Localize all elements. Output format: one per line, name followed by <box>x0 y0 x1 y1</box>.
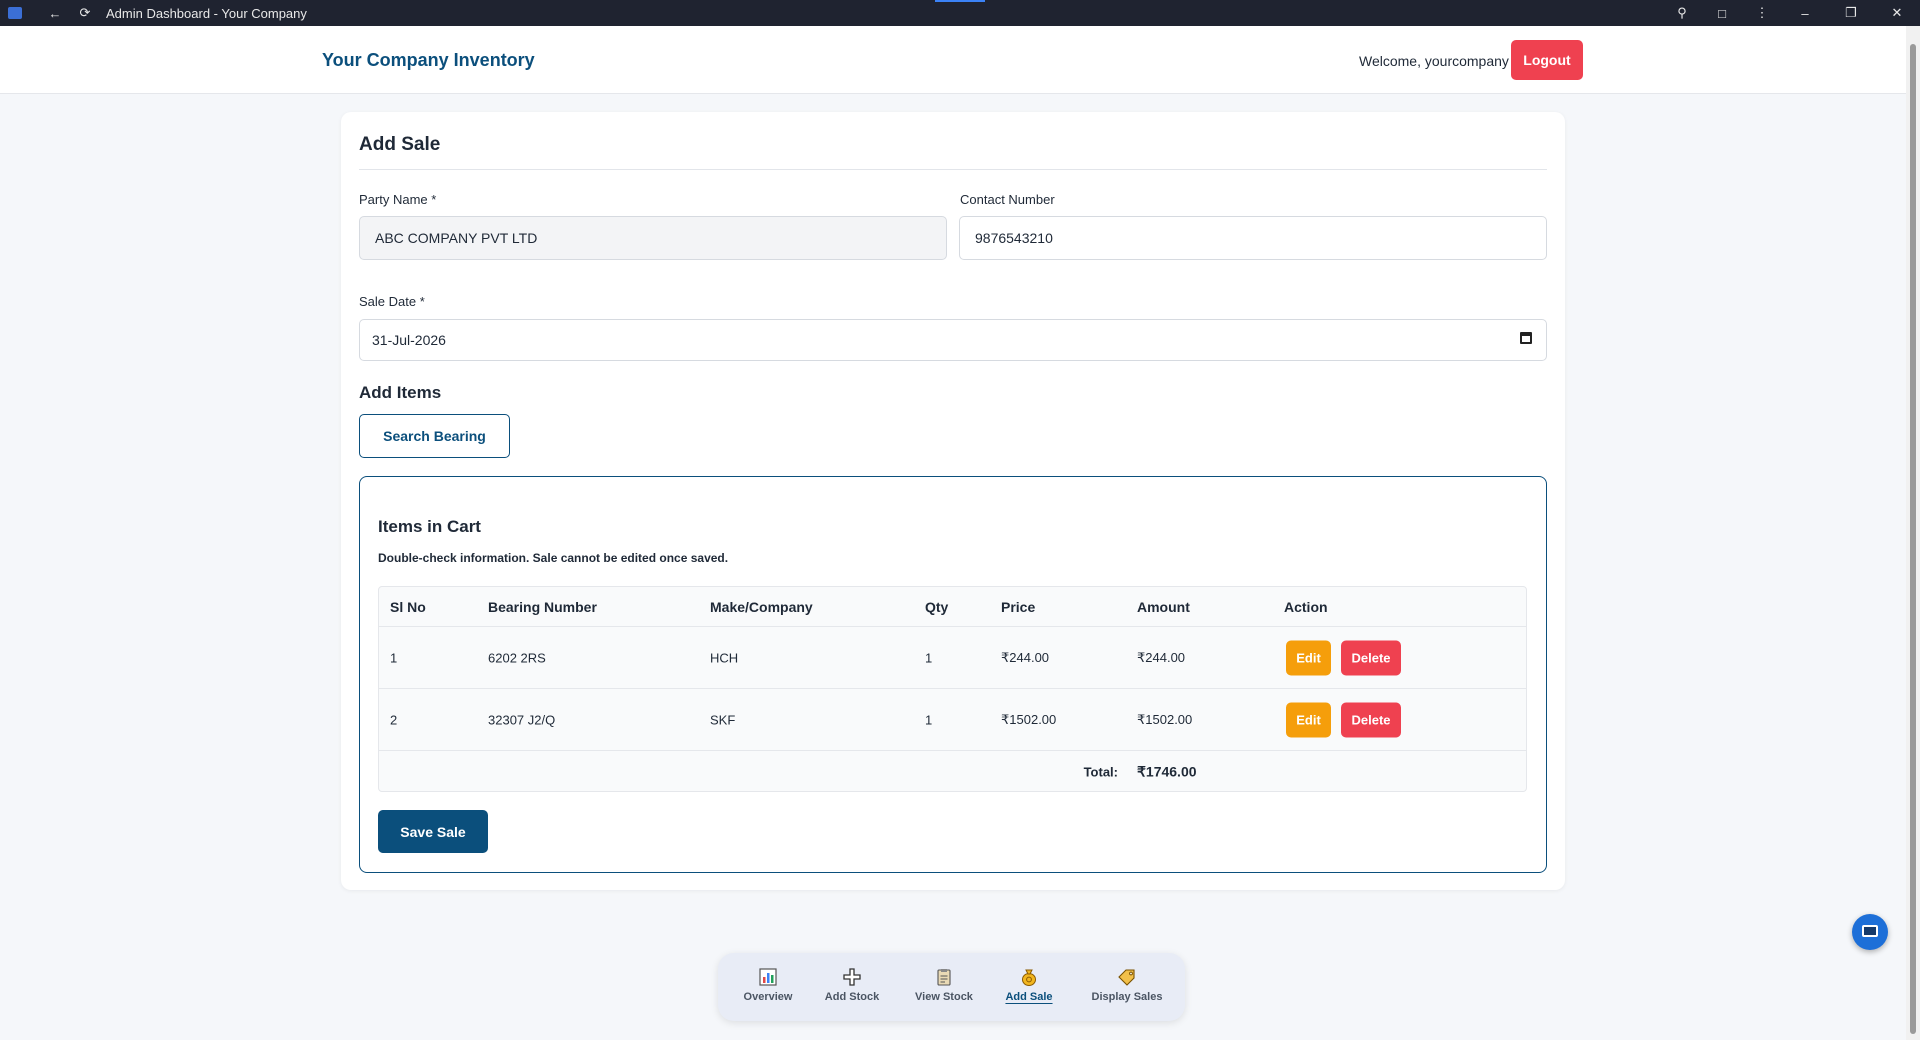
sale-date-label: Sale Date * <box>359 294 425 309</box>
make-company-cell: HCH <box>710 650 739 665</box>
search-bearing-button[interactable]: Search Bearing <box>359 414 510 458</box>
column-header: Sl No <box>390 598 426 615</box>
cart-table: Sl No Bearing Number Make/Company Qty Pr… <box>378 586 1527 792</box>
extensions-icon[interactable]: □ <box>1702 0 1742 26</box>
total-value: ₹1746.00 <box>1137 763 1197 779</box>
cart-panel: Items in Cart Double-check information. … <box>359 476 1547 873</box>
table-header-row: Sl No Bearing Number Make/Company Qty Pr… <box>379 587 1526 627</box>
nav-display-sales[interactable]: Display Sales <box>1082 953 1172 1021</box>
qty-cell: 1 <box>925 712 933 727</box>
window-title: Admin Dashboard - Your Company <box>106 5 307 21</box>
scrollbar-thumb[interactable] <box>1910 44 1916 1034</box>
delete-button[interactable]: Delete <box>1341 702 1401 737</box>
nav-label: Display Sales <box>1091 991 1163 1003</box>
close-icon[interactable]: ✕ <box>1874 0 1920 26</box>
amount-cell: ₹1502.00 <box>1137 711 1193 727</box>
save-sale-button[interactable]: Save Sale <box>378 810 488 853</box>
bearing-number-cell: 6202 2RS <box>488 650 546 665</box>
more-menu-icon[interactable]: ⋮ <box>1742 0 1782 26</box>
nav-label: Add Sale <box>1005 991 1053 1003</box>
delete-button[interactable]: Delete <box>1341 640 1401 675</box>
minimize-icon[interactable]: – <box>1782 0 1828 26</box>
page-title: Add Sale <box>359 134 441 155</box>
bearing-number-cell: 32307 J2/Q <box>488 712 556 727</box>
edit-button[interactable]: Edit <box>1286 640 1331 675</box>
logout-button[interactable]: Logout <box>1511 40 1583 80</box>
amount-cell: ₹244.00 <box>1137 649 1186 665</box>
make-company-cell: SKF <box>710 712 736 727</box>
plus-icon <box>842 968 862 988</box>
app-header: Your Company Inventory Welcome, yourcomp… <box>0 26 1906 94</box>
chart-icon <box>758 968 778 988</box>
nav-label: Add Stock <box>824 991 880 1003</box>
column-header: Make/Company <box>710 598 813 615</box>
contact-number-label: Contact Number <box>960 192 1055 207</box>
zoom-icon[interactable]: ⚲ <box>1662 0 1702 26</box>
table-row: 2 32307 J2/Q SKF 1 ₹1502.00 ₹1502.00 Edi… <box>379 689 1526 751</box>
clipboard-icon <box>934 968 954 988</box>
party-name-label: Party Name * <box>359 192 437 207</box>
back-icon[interactable]: ← <box>46 0 64 26</box>
monitor-icon <box>1862 925 1878 937</box>
welcome-text: Welcome, yourcompany <box>1359 53 1509 69</box>
calendar-icon[interactable] <box>1520 332 1532 344</box>
price-cell: ₹1502.00 <box>1001 711 1057 727</box>
brand-title[interactable]: Your Company Inventory <box>322 50 535 71</box>
nav-overview[interactable]: Overview <box>732 953 804 1021</box>
page-scrollbar[interactable] <box>1906 26 1920 1040</box>
cart-title: Items in Cart <box>378 517 481 536</box>
edit-button[interactable]: Edit <box>1286 702 1331 737</box>
total-label: Total: <box>1083 764 1118 779</box>
column-header: Price <box>1001 598 1036 615</box>
column-header: Qty <box>925 598 949 615</box>
add-sale-card: Add Sale Party Name * ABC COMPANY PVT LT… <box>341 112 1565 890</box>
contact-number-field[interactable]: 9876543210 <box>959 216 1547 260</box>
reload-icon[interactable]: ⟳ <box>76 0 94 26</box>
browser-titlebar: ← ⟳ Admin Dashboard - Your Company ⚲ □ ⋮… <box>0 0 1920 26</box>
qty-cell: 1 <box>925 650 933 665</box>
cart-warning-note: Double-check information. Sale cannot be… <box>378 551 729 565</box>
sale-date-field[interactable]: 31-Jul-2026 <box>359 319 1547 361</box>
screen-share-button[interactable] <box>1852 914 1888 950</box>
nav-view-stock[interactable]: View Stock <box>904 953 984 1021</box>
nav-label: Overview <box>743 991 793 1003</box>
nav-add-stock[interactable]: Add Stock <box>816 953 888 1021</box>
sale-date-value: 31-Jul-2026 <box>372 332 446 348</box>
column-header: Bearing Number <box>488 598 597 615</box>
party-name-field[interactable]: ABC COMPANY PVT LTD <box>359 216 947 260</box>
window-controls: ⚲ □ ⋮ – ❐ ✕ <box>1662 0 1920 26</box>
add-items-heading: Add Items <box>359 383 442 402</box>
title-divider <box>359 169 1547 170</box>
column-header: Action <box>1284 598 1328 615</box>
tab-indicator <box>935 0 985 2</box>
table-row: 1 6202 2RS HCH 1 ₹244.00 ₹244.00 Edit De… <box>379 627 1526 689</box>
sl-no-cell: 2 <box>390 712 398 727</box>
money-bag-icon <box>1019 968 1039 988</box>
restore-icon[interactable]: ❐ <box>1828 0 1874 26</box>
total-row: Total: ₹1746.00 <box>379 751 1526 792</box>
column-header: Amount <box>1137 598 1190 615</box>
browser-app-icon <box>8 7 22 19</box>
sl-no-cell: 1 <box>390 650 398 665</box>
nav-label: View Stock <box>915 991 973 1003</box>
tag-icon <box>1117 968 1137 988</box>
bottom-nav: Overview Add Stock View Stock Add Sale D… <box>718 953 1185 1021</box>
nav-add-sale[interactable]: Add Sale <box>995 953 1063 1021</box>
price-cell: ₹244.00 <box>1001 649 1050 665</box>
